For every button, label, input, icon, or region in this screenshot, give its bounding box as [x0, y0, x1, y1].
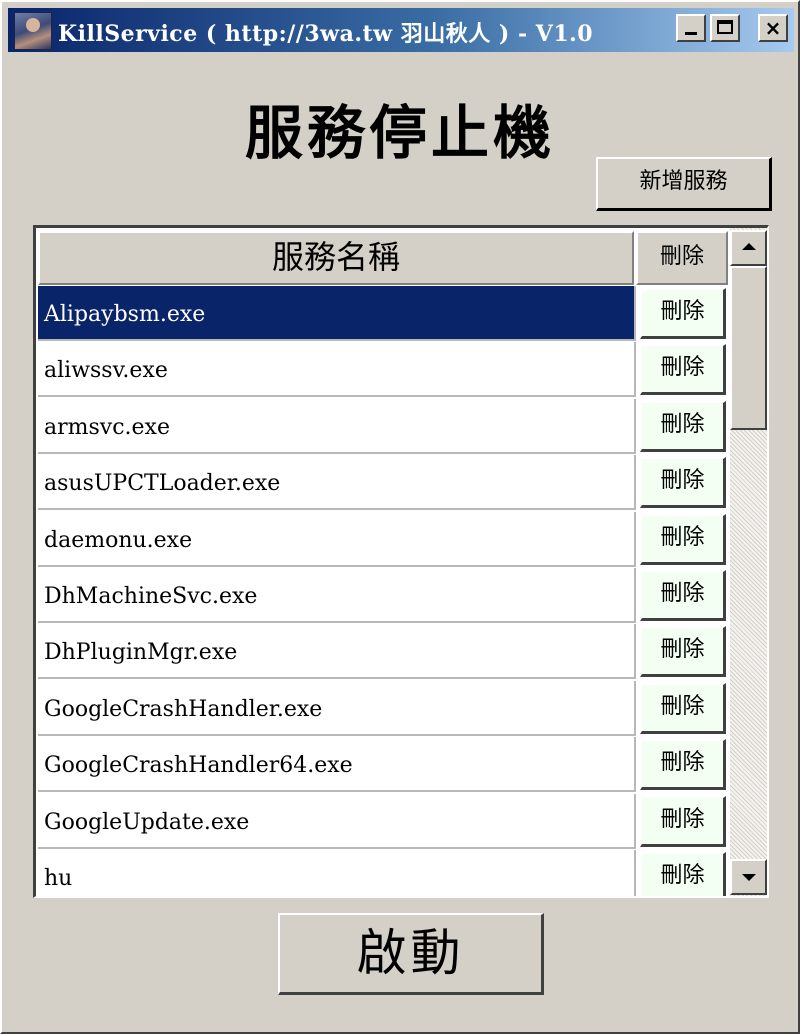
table-row[interactable]: DhMachineSvc.exe 刪除: [38, 568, 728, 624]
app-avatar-icon[interactable]: [14, 12, 52, 50]
delete-button[interactable]: 刪除: [640, 400, 726, 452]
service-name-cell[interactable]: asusUPCTLoader.exe: [38, 455, 636, 511]
start-button[interactable]: 啟動: [278, 913, 544, 995]
scroll-down-button[interactable]: [730, 859, 767, 895]
table-row[interactable]: Alipaybsm.exe 刪除: [38, 286, 728, 342]
minimize-icon: [685, 32, 697, 35]
close-icon: ×: [764, 16, 782, 40]
service-name-cell[interactable]: aliwssv.exe: [38, 342, 636, 398]
arrow-up-icon: [742, 243, 756, 250]
delete-button[interactable]: 刪除: [640, 570, 726, 621]
service-name-cell[interactable]: GoogleCrashHandler.exe: [38, 680, 636, 736]
column-header-service-name[interactable]: 服務名稱: [38, 231, 634, 285]
service-name-cell[interactable]: Alipaybsm.exe: [38, 286, 636, 341]
service-table: 服務名稱 刪除 Alipaybsm.exe 刪除 aliwssv.exe 刪除 arms…: [33, 225, 769, 898]
close-button[interactable]: ×: [758, 14, 788, 42]
table-row[interactable]: asusUPCTLoader.exe 刪除: [38, 455, 728, 511]
title-bar[interactable]: KillService ( http://3wa.tw 羽山秋人 ) - V1.…: [8, 8, 794, 52]
delete-button[interactable]: 刪除: [640, 457, 726, 509]
service-name-cell[interactable]: hu: [38, 850, 636, 896]
delete-button[interactable]: 刪除: [640, 513, 726, 565]
delete-button[interactable]: 刪除: [640, 739, 726, 791]
delete-button[interactable]: 刪除: [640, 344, 726, 396]
table-row[interactable]: GoogleCrashHandler64.exe 刪除: [38, 737, 728, 793]
service-name-cell[interactable]: GoogleUpdate.exe: [38, 793, 636, 849]
delete-button[interactable]: 刪除: [640, 852, 726, 896]
window-title: KillService ( http://3wa.tw 羽山秋人 ) - V1.…: [58, 21, 594, 47]
table-row[interactable]: hu 刪除: [38, 850, 728, 896]
table-row[interactable]: armsvc.exe 刪除: [38, 398, 728, 455]
maximize-icon: [717, 20, 733, 34]
table-row[interactable]: aliwssv.exe 刪除: [38, 342, 728, 398]
maximize-button[interactable]: [710, 14, 740, 42]
service-name-cell[interactable]: daemonu.exe: [38, 511, 636, 567]
vertical-scrollbar[interactable]: [730, 228, 767, 896]
table-row[interactable]: GoogleUpdate.exe 刪除: [38, 793, 728, 850]
column-header-delete[interactable]: 刪除: [636, 231, 728, 285]
table-row[interactable]: daemonu.exe 刪除: [38, 511, 728, 568]
table-row[interactable]: GoogleCrashHandler.exe 刪除: [38, 680, 728, 737]
minimize-button[interactable]: [676, 14, 706, 42]
delete-button[interactable]: 刪除: [640, 682, 726, 734]
service-name-cell[interactable]: DhPluginMgr.exe: [38, 624, 636, 680]
delete-button[interactable]: 刪除: [640, 626, 726, 678]
table-row[interactable]: DhPluginMgr.exe 刪除: [38, 624, 728, 680]
arrow-down-icon: [742, 874, 756, 881]
add-service-button[interactable]: 新增服務: [596, 157, 772, 211]
delete-button[interactable]: 刪除: [640, 795, 726, 847]
service-name-cell[interactable]: DhMachineSvc.exe: [38, 568, 636, 623]
service-name-cell[interactable]: armsvc.exe: [38, 398, 636, 454]
scroll-up-button[interactable]: [730, 230, 767, 266]
service-name-cell[interactable]: GoogleCrashHandler64.exe: [38, 737, 636, 793]
scroll-thumb[interactable]: [730, 266, 767, 430]
delete-button[interactable]: 刪除: [640, 288, 726, 339]
